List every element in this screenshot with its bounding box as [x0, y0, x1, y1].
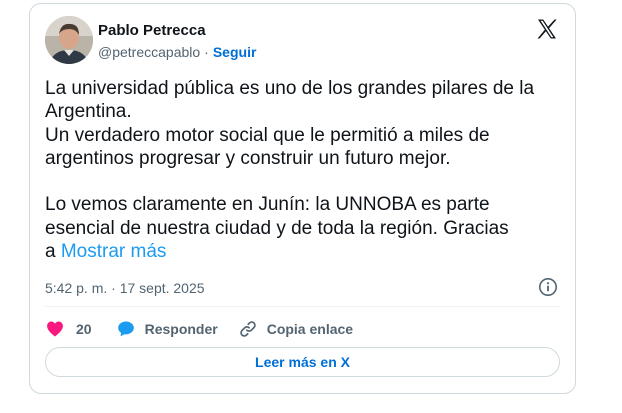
- avatar-photo: [45, 16, 93, 64]
- author-name[interactable]: Pablo Petrecca: [98, 22, 206, 39]
- heart-icon: [47, 321, 63, 337]
- read-more-button[interactable]: Leer más en X: [45, 347, 560, 377]
- tweet-text-last-line: a Mostrar más: [45, 240, 565, 263]
- author-handle[interactable]: @petreccapablo: [98, 44, 200, 60]
- tweet-text-line: Argentina.: [45, 101, 132, 123]
- like-count: 20: [76, 321, 92, 337]
- separator-dot: ·: [204, 44, 209, 60]
- reply-label: Responder: [144, 321, 218, 337]
- action-bar: 20 Responder Copia enlace: [45, 317, 373, 341]
- tweet-text-line: Lo vemos claramente en Junín: la UNNOBA …: [45, 194, 490, 216]
- copy-link-label: Copia enlace: [266, 321, 354, 337]
- like-button[interactable]: 20: [45, 319, 92, 339]
- handle-row: @petreccapablo · Seguir: [98, 44, 256, 60]
- avatar[interactable]: [45, 16, 93, 64]
- reply-button[interactable]: Responder: [116, 319, 218, 339]
- show-more-link[interactable]: Mostrar más: [61, 241, 167, 262]
- tweet-text: La universidad pública es uno de los gra…: [45, 77, 565, 263]
- timestamp[interactable]: 5:42 p. m. · 17 sept. 2025: [45, 280, 205, 296]
- tweet-text-line: Un verdadero motor social que le permiti…: [45, 124, 490, 146]
- tweet-text-line: La universidad pública es uno de los gra…: [45, 78, 535, 99]
- info-icon[interactable]: [538, 277, 558, 297]
- x-logo-icon[interactable]: [535, 17, 559, 41]
- tweet-text-fragment: a: [45, 241, 56, 263]
- speech-bubble-icon: [117, 321, 134, 337]
- copy-link-button[interactable]: Copia enlace: [238, 319, 353, 339]
- follow-button[interactable]: Seguir: [213, 44, 257, 60]
- tweet-text-line: esencial de nuestra ciudad y de toda la …: [45, 217, 509, 239]
- link-icon: [239, 321, 256, 337]
- tweet-text-line: argentinos progresar y construir un futu…: [45, 147, 451, 169]
- divider: [45, 306, 560, 307]
- tweet-card: Pablo Petrecca @petreccapablo · Seguir La …: [29, 3, 576, 394]
